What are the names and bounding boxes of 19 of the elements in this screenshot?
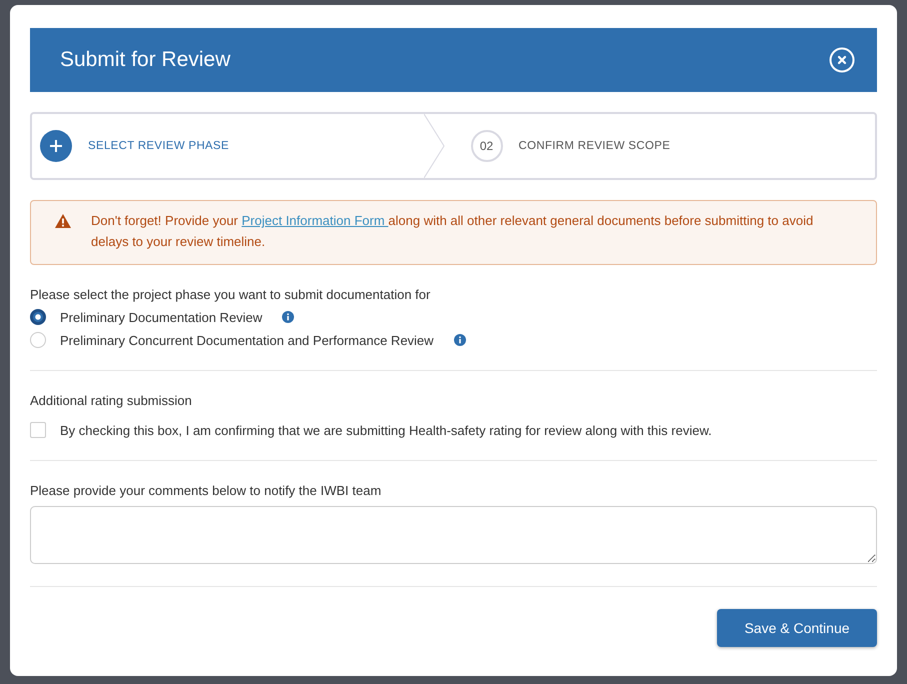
step-label[interactable]: SELECT REVIEW PHASE <box>88 140 229 152</box>
step-label[interactable]: CONFIRM REVIEW SCOPE <box>518 140 670 152</box>
step-number: 02 <box>470 130 502 162</box>
close-icon[interactable] <box>829 47 855 73</box>
comments-label: Please provide your comments below to notify the IWBI team <box>30 483 382 498</box>
warning-icon <box>55 214 71 228</box>
radio-button[interactable] <box>30 309 46 325</box>
warning-message: Don't forget! Provide your Project Information Form along with all other relevant general documents before submitting to avoid delays to your review timeline. <box>91 212 814 251</box>
checkbox-label[interactable]: By checking this box, I am confirming that we are submitting Health-safety rating for review along with this review. <box>60 422 712 438</box>
radio-label[interactable]: Preliminary Documentation Review <box>60 310 262 324</box>
info-icon[interactable] <box>282 311 294 323</box>
section-heading: Additional rating submission <box>30 393 193 408</box>
info-icon[interactable] <box>454 334 466 346</box>
checkbox[interactable] <box>30 422 46 438</box>
save-continue-button[interactable]: Save & Continue <box>717 609 877 647</box>
dialog-title: Submit for Review <box>60 48 230 72</box>
radio-label[interactable]: Preliminary Concurrent Documentation and Performance Review <box>60 332 434 348</box>
comments-field[interactable] <box>30 506 877 564</box>
phase-question: Please select the project phase you want to submit documentation for <box>30 287 432 302</box>
